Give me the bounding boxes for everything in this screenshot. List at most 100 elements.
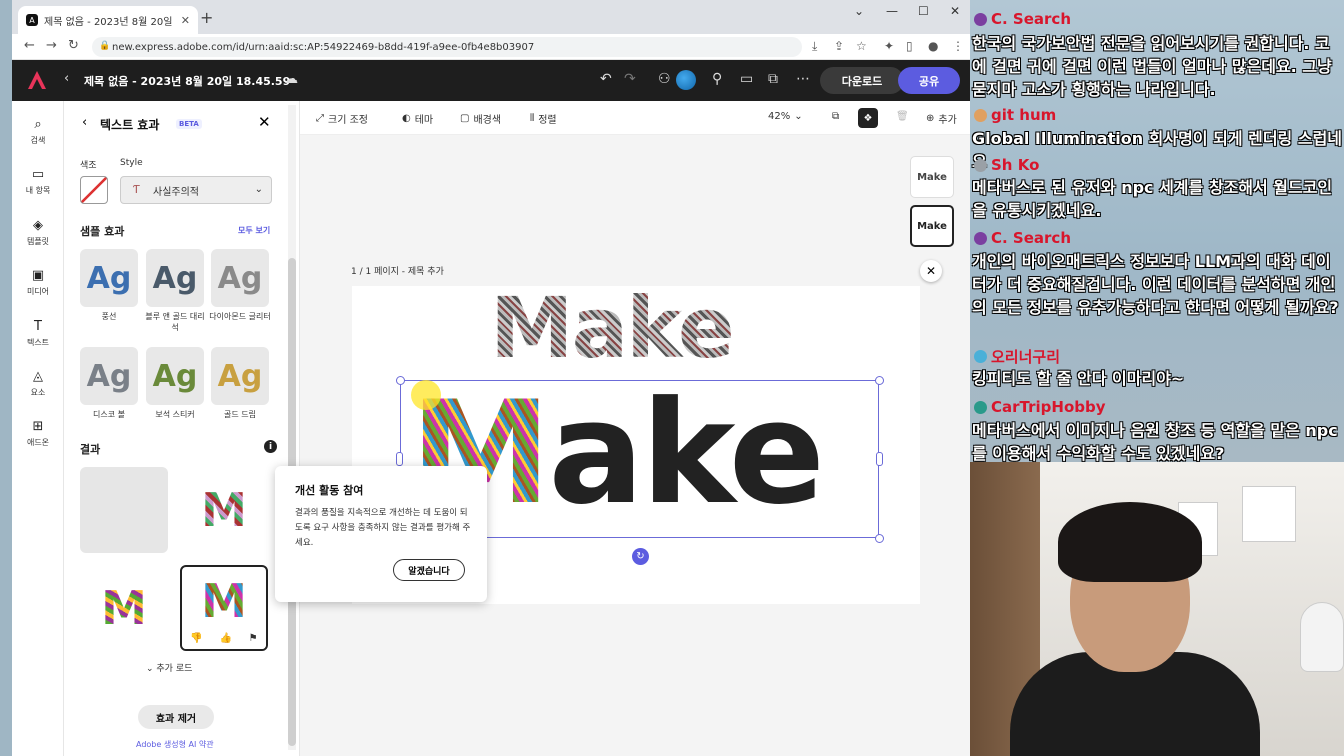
adobe-express-logo-icon[interactable] bbox=[26, 70, 48, 90]
home-back-icon[interactable]: ‹ bbox=[64, 71, 69, 86]
color-swatch[interactable] bbox=[80, 176, 108, 204]
zoom-dropdown[interactable]: 42% ⌄ bbox=[768, 111, 803, 122]
rail-item-addons[interactable]: ⊞ 애드온 bbox=[12, 419, 64, 448]
square-icon: ▢ bbox=[460, 113, 470, 124]
maximize-icon[interactable]: ☐ bbox=[918, 4, 929, 18]
align-button[interactable]: ⫴ 정렬 bbox=[530, 111, 557, 126]
canvas-close-icon[interactable]: ✕ bbox=[920, 260, 942, 282]
sample-gold-drip[interactable]: Ag bbox=[211, 347, 269, 405]
result-thumbnail-selected[interactable]: M 👎 👍 ⚑ bbox=[180, 565, 268, 651]
sample-diamond-glitter[interactable]: Ag bbox=[211, 249, 269, 307]
rail-item-media[interactable]: ▣ 미디어 bbox=[12, 268, 64, 297]
result-thumbnail[interactable]: M bbox=[180, 467, 268, 553]
sample-balloon[interactable]: Ag bbox=[80, 249, 138, 307]
more-icon[interactable]: ⋯ bbox=[796, 71, 810, 87]
rail-label: 검색 bbox=[30, 136, 46, 145]
trash-icon[interactable]: 🗑 bbox=[896, 111, 909, 122]
result-empty[interactable] bbox=[80, 467, 168, 553]
rail-item-elements[interactable]: ◬ 요소 bbox=[12, 369, 64, 398]
resize-handle[interactable] bbox=[875, 534, 884, 543]
align-icon: ⫴ bbox=[530, 113, 535, 124]
flag-icon[interactable]: ⚑ bbox=[249, 633, 258, 644]
page-label[interactable]: 1 / 1 페이지 - 제목 추가 bbox=[351, 264, 444, 277]
extensions-icon[interactable]: ✦ bbox=[884, 39, 894, 53]
browser-tab[interactable]: A 제목 없음 - 2023년 8월 20일 18.45.59 ✕ bbox=[18, 6, 198, 34]
invite-user-icon[interactable]: ⚇ bbox=[658, 71, 671, 87]
resize-handle[interactable] bbox=[396, 376, 405, 385]
thumbs-down-icon[interactable]: 👎 bbox=[190, 633, 202, 644]
back-icon[interactable]: ← bbox=[24, 38, 35, 53]
result-actions: 👎 👍 ⚑ bbox=[182, 627, 266, 649]
forward-icon[interactable]: → bbox=[46, 38, 57, 53]
lightbulb-icon[interactable]: ⚲ bbox=[712, 71, 722, 87]
tab-search-icon[interactable]: ⌄ bbox=[854, 4, 864, 18]
canvas-text-top[interactable]: Make bbox=[490, 286, 735, 370]
remove-effect-button[interactable]: 효과 제거 bbox=[138, 705, 214, 729]
sidepanel-icon[interactable]: ▯ bbox=[906, 39, 913, 53]
comment-icon[interactable]: ▭ bbox=[740, 71, 753, 87]
rail-item-my-stuff[interactable]: ▭ 내 항목 bbox=[12, 167, 64, 196]
background-label: 배경색 bbox=[473, 115, 502, 126]
align-label: 정렬 bbox=[538, 115, 557, 126]
rail-item-search[interactable]: ⌕ 검색 bbox=[12, 117, 64, 146]
load-more-button[interactable]: ⌄ 추가 로드 bbox=[146, 661, 192, 674]
copy-icon[interactable]: ⧉ bbox=[832, 111, 839, 122]
sample-gem-sticker[interactable]: Ag bbox=[146, 347, 204, 405]
redo-icon[interactable]: ↷ bbox=[624, 71, 636, 87]
background-color-button[interactable]: ▢ 배경색 bbox=[460, 111, 501, 126]
install-icon[interactable]: ⤓ bbox=[812, 39, 817, 54]
minimize-icon[interactable]: — bbox=[886, 4, 898, 18]
sample-disco-ball[interactable]: Ag bbox=[80, 347, 138, 405]
text-effects-panel: ‹ 텍스트 효과 BETA ✕ 색조 Style Ƭ 사실주의적 ⌄ 샘플 효과… bbox=[64, 101, 300, 756]
thumbs-up-icon[interactable]: 👍 bbox=[220, 633, 232, 644]
sample-text: Ag bbox=[152, 260, 198, 296]
rail-item-templates[interactable]: ◈ 템플릿 bbox=[12, 218, 64, 247]
stream-chat-overlay: C. Search 한국의 국가보안법 전문을 읽어보시기를 권합니다. 코에 … bbox=[970, 0, 1344, 462]
style-value: 사실주의적 bbox=[153, 186, 199, 198]
add-button[interactable]: ⊕ 추가 bbox=[926, 111, 957, 126]
rotate-handle-icon[interactable]: ↻ bbox=[632, 548, 649, 565]
page-thumbnail[interactable]: Make bbox=[910, 156, 954, 198]
present-icon[interactable]: ⧉ bbox=[768, 71, 778, 87]
ai-terms-link[interactable]: Adobe 생성형 AI 약관 bbox=[136, 739, 214, 750]
sample-blue-gold-marble[interactable]: Ag bbox=[146, 249, 204, 307]
rail-item-text[interactable]: T 텍스트 bbox=[12, 319, 64, 348]
style-dropdown[interactable]: Ƭ 사실주의적 ⌄ bbox=[120, 176, 272, 204]
window-close-icon[interactable]: ✕ bbox=[950, 4, 960, 18]
result-thumbnail[interactable]: M bbox=[80, 565, 168, 651]
chat-author: 오리너구리 bbox=[974, 346, 1060, 367]
rail-label: 요소 bbox=[30, 388, 46, 397]
browser-menu-icon[interactable]: ⋮ bbox=[952, 39, 964, 53]
got-it-button[interactable]: 알겠습니다 bbox=[393, 559, 465, 581]
undo-icon[interactable]: ↶ bbox=[600, 71, 612, 87]
resize-button[interactable]: ⤢ 크기 조정 bbox=[316, 111, 368, 126]
sample-text: Ag bbox=[86, 358, 132, 394]
resize-handle[interactable] bbox=[876, 452, 883, 466]
avatar[interactable] bbox=[676, 70, 696, 90]
tab-close-icon[interactable]: ✕ bbox=[181, 14, 190, 27]
download-button[interactable]: 다운로드 bbox=[820, 67, 904, 94]
url-field[interactable]: 🔒 new.express.adobe.com/id/urn:aaid:sc:A… bbox=[92, 37, 802, 57]
profile-icon[interactable]: ● bbox=[928, 39, 938, 53]
palette-icon: ◐ bbox=[402, 113, 411, 124]
panel-back-icon[interactable]: ‹ bbox=[82, 115, 87, 130]
see-all-link[interactable]: 모두 보기 bbox=[238, 225, 270, 236]
resize-handle[interactable] bbox=[875, 376, 884, 385]
new-tab-icon[interactable]: + bbox=[200, 8, 213, 27]
document-title[interactable]: 제목 없음 - 2023년 8월 20일 18.45.59 bbox=[84, 73, 290, 89]
author-name: CarTripHobby bbox=[991, 398, 1106, 416]
canvas-toolbar: ⤢ 크기 조정 ◐ 테마 ▢ 배경색 ⫴ 정렬 42% ⌄ ⧉ ❖ 🗑 ⊕ 추가 bbox=[300, 101, 970, 135]
elements-icon: ◬ bbox=[33, 369, 43, 384]
bookmark-star-icon[interactable]: ☆ bbox=[856, 39, 867, 53]
share-button[interactable]: 공유 bbox=[898, 67, 960, 94]
chat-avatar bbox=[974, 158, 987, 172]
info-icon[interactable]: i bbox=[264, 440, 277, 453]
webcam-box bbox=[1242, 486, 1296, 542]
layers-icon[interactable]: ❖ bbox=[858, 108, 878, 128]
resize-handle[interactable] bbox=[396, 452, 403, 466]
share-page-icon[interactable]: ⇪ bbox=[834, 39, 844, 53]
theme-button[interactable]: ◐ 테마 bbox=[402, 111, 433, 126]
reload-icon[interactable]: ↻ bbox=[68, 38, 79, 53]
panel-close-icon[interactable]: ✕ bbox=[258, 113, 271, 131]
page-thumbnail-selected[interactable]: Make bbox=[910, 205, 954, 247]
